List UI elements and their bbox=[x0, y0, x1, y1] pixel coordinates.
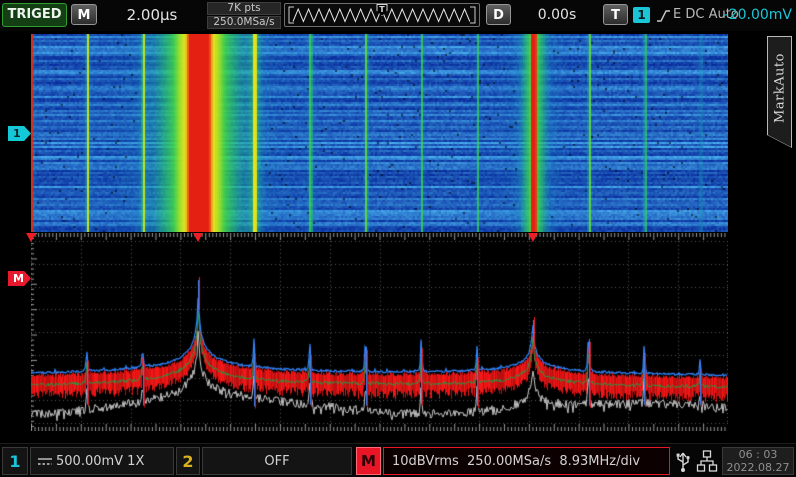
oscilloscope-screen: TRIGED M 2.00µs 7K pts 250.0MSa/s T D 0.… bbox=[0, 0, 796, 477]
time-readout: 06 : 03 bbox=[739, 448, 778, 461]
markauto-tab-label: MarkAuto bbox=[772, 53, 787, 123]
math-flag-label: M bbox=[13, 272, 24, 285]
math-position-flag[interactable]: M bbox=[8, 271, 31, 286]
bottom-status-bar: 1 500.00mV 1X 2 OFF M 10dBVrms 250.00MSa… bbox=[0, 443, 796, 477]
trigger-level-readout: -20.00mV bbox=[724, 4, 792, 26]
lan-status-slot bbox=[694, 447, 720, 475]
waveform-preview[interactable]: T bbox=[284, 3, 480, 27]
markauto-tab[interactable]: MarkAuto bbox=[767, 36, 792, 148]
peak-marker bbox=[528, 233, 538, 242]
usb-status-slot bbox=[672, 447, 694, 475]
horizontal-menu-button[interactable]: M bbox=[71, 4, 97, 25]
channel1-scale-readout: 500.00mV 1X bbox=[56, 454, 144, 469]
markauto-tab-body: MarkAuto bbox=[768, 37, 791, 147]
rising-edge-icon bbox=[656, 8, 671, 24]
math-settings-readout: 10dBVrms 250.00MSa/s 8.93MHz/div bbox=[392, 454, 640, 469]
math-settings-box[interactable]: 10dBVrms 250.00MSa/s 8.93MHz/div bbox=[383, 447, 670, 475]
clock-box: 06 : 03 2022.08.27 bbox=[722, 447, 794, 475]
channel1-badge[interactable]: 1 bbox=[2, 447, 28, 475]
usb-icon bbox=[674, 449, 692, 473]
trigger-menu-button[interactable]: T bbox=[603, 4, 628, 25]
math-badge[interactable]: M bbox=[356, 447, 381, 475]
display-area: 1 M MarkAuto bbox=[0, 31, 796, 443]
fft-canvas bbox=[31, 233, 728, 431]
lan-network-icon bbox=[696, 449, 718, 473]
memory-depth-readout: 7K pts bbox=[207, 2, 281, 15]
channel2-settings-box[interactable]: OFF bbox=[202, 447, 352, 475]
trigger-position-label: T bbox=[379, 5, 384, 14]
trigger-source-badge: 1 bbox=[633, 7, 650, 23]
dc-coupling-icon bbox=[37, 456, 54, 466]
trigger-status-badge: TRIGED bbox=[2, 3, 67, 27]
channel1-flag-label: 1 bbox=[13, 127, 21, 140]
peak-marker bbox=[193, 233, 203, 242]
top-status-bar: TRIGED M 2.00µs 7K pts 250.0MSa/s T D 0.… bbox=[0, 0, 796, 32]
sample-rate-readout: 250.0MSa/s bbox=[207, 16, 281, 29]
timebase-readout: 2.00µs bbox=[100, 4, 204, 26]
channel1-settings-box[interactable]: 500.00mV 1X bbox=[30, 447, 174, 475]
delay-button[interactable]: D bbox=[486, 4, 511, 25]
channel2-badge[interactable]: 2 bbox=[176, 447, 200, 475]
delay-readout: 0.00s bbox=[513, 4, 601, 26]
channel1-position-flag[interactable]: 1 bbox=[8, 126, 31, 141]
date-readout: 2022.08.27 bbox=[727, 461, 790, 474]
spectrogram-canvas bbox=[31, 34, 728, 232]
peak-marker bbox=[26, 233, 36, 242]
acquisition-info: 7K pts 250.0MSa/s bbox=[207, 2, 281, 29]
